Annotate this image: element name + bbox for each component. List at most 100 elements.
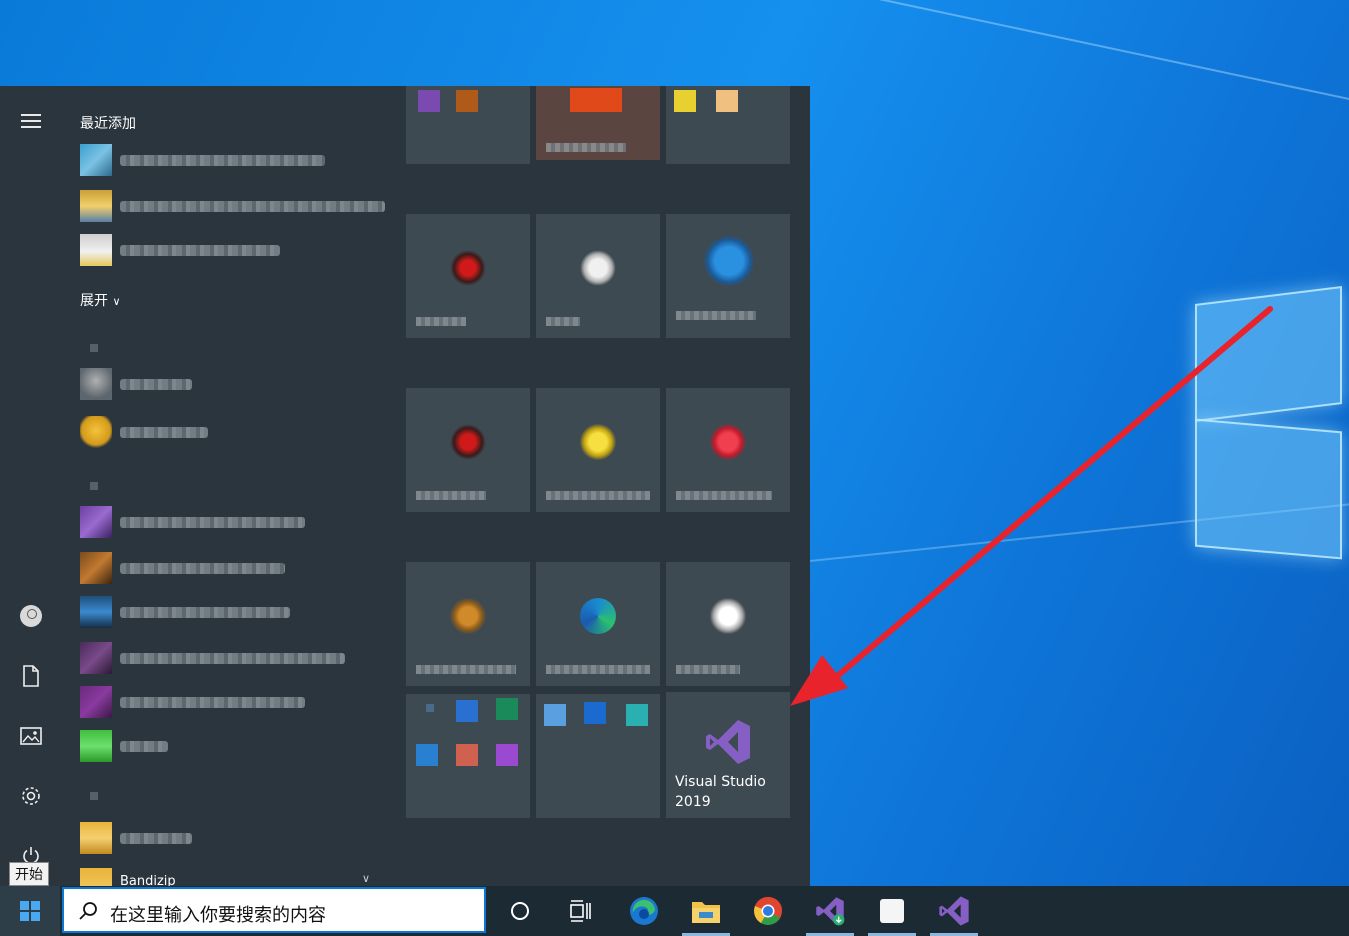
- list-item[interactable]: [80, 822, 390, 854]
- letter-group-header[interactable]: [90, 344, 98, 352]
- blurred-app-name: [120, 653, 345, 664]
- windows-logo-wallpaper: [1193, 265, 1349, 575]
- blurred-app-name: [120, 833, 192, 844]
- tile[interactable]: [536, 86, 660, 160]
- folder-icon: [80, 868, 112, 886]
- tile[interactable]: [406, 86, 530, 164]
- tile-icon: [710, 598, 746, 634]
- app-icon: [80, 234, 112, 266]
- tile-icon: [674, 90, 696, 112]
- tile-icon: [716, 90, 738, 112]
- tile[interactable]: [666, 214, 790, 338]
- start-menu-rail: [0, 86, 62, 886]
- list-item[interactable]: [80, 596, 390, 628]
- list-item[interactable]: [80, 730, 390, 762]
- tile[interactable]: [536, 214, 660, 338]
- tile[interactable]: [666, 562, 790, 686]
- visual-studio-installer-icon[interactable]: [802, 886, 858, 936]
- start-button[interactable]: [0, 886, 60, 936]
- tile[interactable]: [536, 388, 660, 512]
- blurred-app-name: [120, 427, 208, 438]
- tile[interactable]: [536, 562, 660, 686]
- list-item[interactable]: [80, 552, 390, 584]
- windows-start-icon: [20, 901, 40, 921]
- app-icon: [80, 730, 112, 762]
- pictures-icon[interactable]: [11, 716, 51, 756]
- tile-icon: [456, 700, 478, 722]
- tile[interactable]: [406, 388, 530, 512]
- chevron-down-icon: ∨: [112, 295, 121, 308]
- tile-icon: [416, 744, 438, 766]
- blurred-app-name: [120, 379, 192, 390]
- expand-label: 展开: [80, 293, 108, 309]
- tile-icon: [418, 90, 440, 112]
- expand-toggle[interactable]: 展开 ∨: [80, 290, 121, 310]
- start-tooltip: 开始: [9, 862, 49, 886]
- list-item[interactable]: [80, 234, 390, 266]
- tile-icon: [450, 424, 486, 460]
- recently-added-heading: 最近添加: [80, 116, 136, 132]
- tile-icon: [496, 744, 518, 766]
- folder-tile[interactable]: [406, 694, 530, 818]
- documents-icon[interactable]: [11, 656, 51, 696]
- app-icon: [80, 686, 112, 718]
- blurred-app-name: [120, 517, 305, 528]
- tile-icon: [580, 250, 616, 286]
- notes-app-icon[interactable]: [864, 886, 920, 936]
- list-item[interactable]: [80, 416, 390, 448]
- hamburger-menu-icon[interactable]: [11, 101, 51, 141]
- tile[interactable]: [666, 388, 790, 512]
- letter-group-header[interactable]: [90, 792, 98, 800]
- edge-icon[interactable]: [616, 886, 672, 936]
- tile-icon: [626, 704, 648, 726]
- tile[interactable]: [406, 562, 530, 686]
- list-item[interactable]: [80, 368, 390, 400]
- user-account-icon[interactable]: [11, 596, 51, 636]
- list-item[interactable]: [80, 506, 390, 538]
- blurred-tile-label: [416, 317, 466, 326]
- tile-icon: [426, 704, 434, 712]
- visual-studio-icon[interactable]: [926, 886, 982, 936]
- search-icon: [79, 902, 97, 920]
- blurred-app-name: [120, 245, 280, 256]
- blurred-app-name: [120, 741, 168, 752]
- app-list: 最近添加 展开 ∨ Bandizip ∨: [62, 86, 392, 886]
- blurred-tile-label: [416, 665, 516, 674]
- settings-gear-icon[interactable]: [11, 776, 51, 816]
- tile-icon: [710, 424, 746, 460]
- taskbar: 在这里输入你要搜索的内容: [0, 886, 1349, 936]
- tile-icon: [496, 698, 518, 720]
- app-icon: [80, 416, 112, 448]
- list-item-bandizip[interactable]: Bandizip ∨: [80, 868, 390, 886]
- list-item[interactable]: [80, 642, 390, 674]
- tile-icon: [570, 88, 622, 112]
- tile-icon: [580, 424, 616, 460]
- search-box[interactable]: 在这里输入你要搜索的内容: [62, 887, 486, 933]
- app-name: Bandizip: [120, 874, 176, 886]
- task-view-icon[interactable]: [552, 886, 608, 936]
- tile-icon: [450, 598, 486, 634]
- tile-icon: [450, 250, 486, 286]
- file-explorer-icon[interactable]: [678, 886, 734, 936]
- list-item[interactable]: [80, 686, 390, 718]
- tile-icon: [584, 702, 606, 724]
- letter-group-header[interactable]: [90, 482, 98, 490]
- blurred-tile-label: [676, 665, 740, 674]
- blurred-app-name: [120, 697, 305, 708]
- blurred-tile-label: [546, 491, 650, 500]
- blurred-app-name: [120, 155, 325, 166]
- visual-studio-2019-tile[interactable]: Visual Studio 2019: [666, 692, 790, 818]
- tile-icon: [456, 744, 478, 766]
- edge-icon: [580, 598, 616, 634]
- tile[interactable]: [406, 214, 530, 338]
- app-icon: [80, 552, 112, 584]
- folder-icon: [80, 822, 112, 854]
- list-item[interactable]: [80, 144, 390, 176]
- tile[interactable]: [666, 86, 790, 164]
- chrome-icon[interactable]: [740, 886, 796, 936]
- folder-tile[interactable]: [536, 694, 660, 818]
- list-item[interactable]: [80, 190, 390, 222]
- cortana-icon[interactable]: [492, 886, 548, 936]
- blurred-tile-label: [416, 491, 486, 500]
- blurred-tile-label: [546, 317, 580, 326]
